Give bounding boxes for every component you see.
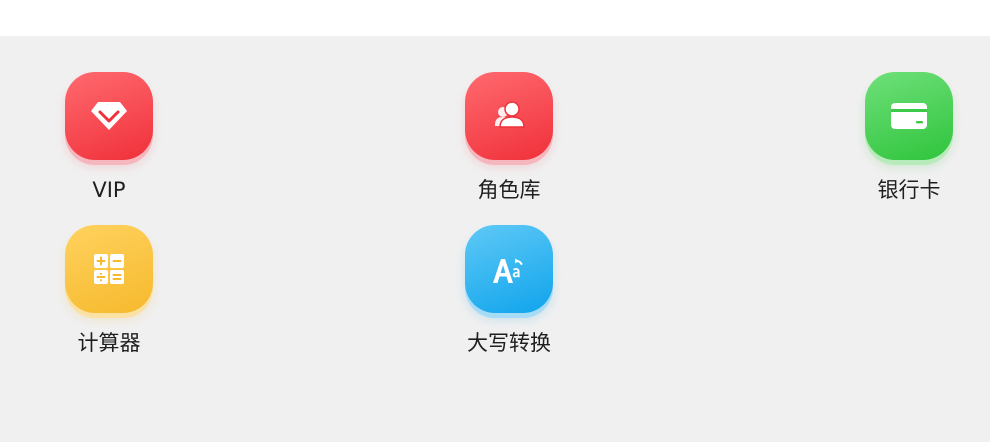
tool-case-convert[interactable]: 大写转换 — [439, 225, 579, 365]
case-convert-icon-tile — [465, 225, 553, 313]
tool-label-role-library: 角色库 — [477, 178, 541, 202]
tool-label-bank-card: 银行卡 — [877, 178, 941, 202]
calculator-icon — [94, 254, 124, 284]
tool-bank-card[interactable]: 银行卡 — [839, 72, 979, 212]
top-bar — [0, 0, 990, 36]
role-icon-tile — [465, 72, 553, 160]
diamond-icon — [91, 102, 127, 130]
tool-label-case-convert: 大写转换 — [467, 331, 551, 355]
users-icon — [495, 101, 525, 128]
tool-label-vip: VIP — [92, 178, 126, 202]
tool-label-calculator: 计算器 — [77, 331, 141, 355]
text-case-icon — [493, 258, 523, 283]
calculator-icon-tile — [65, 225, 153, 313]
vip-icon-tile — [65, 72, 153, 160]
tool-calculator[interactable]: 计算器 — [39, 225, 179, 365]
bank-card-icon-tile — [865, 72, 953, 160]
tool-role-library[interactable]: 角色库 — [439, 72, 579, 212]
bank-card-icon — [891, 103, 927, 129]
tool-vip[interactable]: VIP — [39, 72, 179, 212]
